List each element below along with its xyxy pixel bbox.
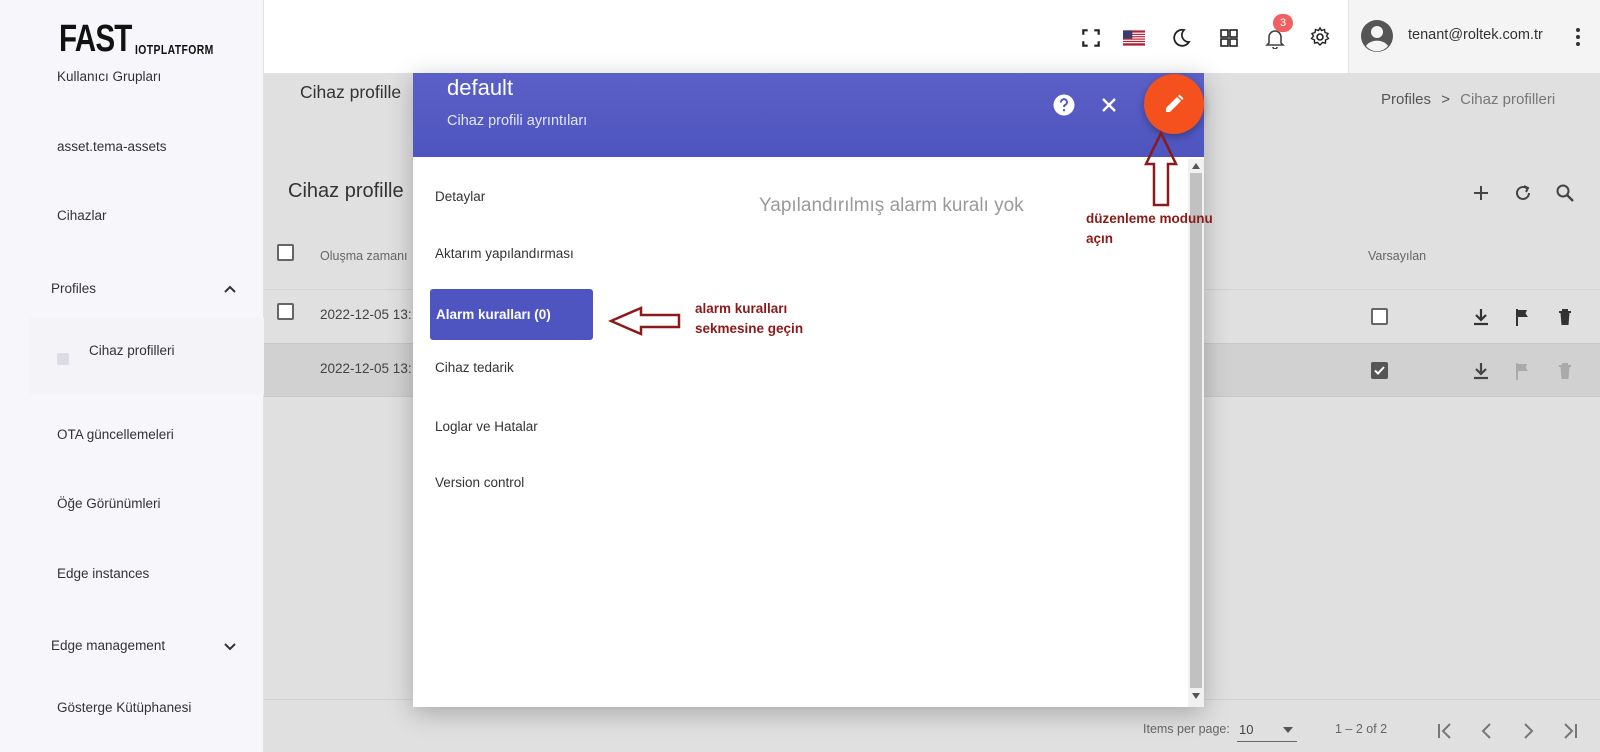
flag-icon[interactable] [1512, 306, 1534, 328]
flag-icon [1516, 363, 1528, 380]
sidebar-item-entity-views[interactable]: Öğe Görünümleri [57, 496, 161, 511]
gear-icon[interactable] [1309, 26, 1331, 48]
select-all-checkbox[interactable] [277, 244, 294, 261]
device-profile-dialog: default Cihaz profili ayrıntıları Detayl… [413, 73, 1204, 707]
sidebar-item-user-groups[interactable]: Kullanıcı Grupları [57, 69, 161, 84]
logo-main-text: FAST [59, 18, 132, 60]
dialog-header: default Cihaz profili ayrıntıları [413, 73, 1204, 157]
tab-transport-config[interactable]: Aktarım yapılandırması [435, 246, 574, 261]
chevron-up-icon[interactable] [222, 281, 238, 297]
scroll-down-icon[interactable] [1192, 693, 1200, 699]
first-page-icon[interactable] [1433, 719, 1457, 743]
edit-mode-button[interactable] [1144, 74, 1204, 134]
items-per-page-value: 10 [1239, 722, 1254, 737]
logo-sub-text: IOTPLATFORM [135, 42, 214, 57]
sidebar: FAST IOTPLATFORM Kullanıcı Grupları asse… [0, 0, 264, 752]
download-icon[interactable] [1470, 360, 1492, 382]
tab-logs-errors[interactable]: Loglar ve Hatalar [435, 419, 538, 434]
more-vert-icon[interactable] [1574, 26, 1582, 48]
last-page-icon[interactable] [1558, 719, 1582, 743]
dropdown-arrow-icon [1283, 727, 1293, 733]
table-title: Cihaz profille [288, 180, 404, 202]
alarm-tab-annotation: alarm kuralları sekmesine geçin [695, 299, 803, 339]
tab-device-provisioning[interactable]: Cihaz tedarik [435, 360, 514, 375]
next-page-icon[interactable] [1516, 719, 1540, 743]
edit-mode-annotation: düzenleme modunu açın [1086, 209, 1213, 249]
chevron-down-icon[interactable] [222, 639, 238, 655]
page-range: 1 – 2 of 2 [1335, 722, 1388, 736]
breadcrumb-current: Cihaz profilleri [1460, 91, 1556, 108]
alarm-tab-annotation-line2: sekmesine geçin [695, 321, 804, 336]
search-icon[interactable] [1554, 182, 1576, 204]
device-profile-icon [57, 353, 69, 365]
sidebar-item-widget-library[interactable]: Gösterge Kütüphanesi [57, 700, 191, 715]
breadcrumb-separator: > [1441, 91, 1450, 108]
sidebar-item-assets[interactable]: asset.tema-assets [57, 139, 167, 154]
row-created: 2022-12-05 13: [320, 361, 412, 376]
fullscreen-icon[interactable] [1080, 27, 1102, 49]
row-created: 2022-12-05 13: [320, 307, 412, 322]
checkmark-icon [1374, 366, 1385, 375]
tab-alarm-rules-label: Alarm kuralları (0) [436, 307, 551, 322]
edit-mode-annotation-line2: açın [1086, 231, 1114, 246]
user-email[interactable]: tenant@roltek.com.tr [1408, 27, 1543, 43]
moon-icon[interactable] [1170, 27, 1192, 49]
pencil-icon [1166, 94, 1184, 112]
us-flag-icon[interactable] [1123, 27, 1145, 49]
column-header-default[interactable]: Varsayılan [1368, 249, 1426, 263]
left-arrow-annotation-icon [608, 306, 681, 336]
default-checkbox [1371, 308, 1388, 325]
previous-page-icon[interactable] [1475, 719, 1499, 743]
apps-grid-icon[interactable] [1218, 27, 1240, 49]
add-icon[interactable] [1470, 182, 1492, 204]
tab-details[interactable]: Detaylar [435, 189, 485, 204]
dialog-title: default [447, 75, 514, 100]
scrollbar-thumb[interactable] [1190, 173, 1202, 688]
tab-alarm-rules[interactable]: Alarm kuralları (0) [430, 289, 593, 340]
empty-alarm-rules-message: Yapılandırılmış alarm kuralı yok [759, 195, 1024, 216]
alarm-tab-annotation-line1: alarm kuralları [695, 301, 788, 316]
dialog-subtitle: Cihaz profili ayrıntıları [447, 113, 588, 129]
account-icon[interactable] [1361, 20, 1393, 52]
sidebar-group-profiles[interactable]: Profiles [51, 281, 96, 296]
sidebar-item-edge-instances[interactable]: Edge instances [57, 566, 149, 581]
row-checkbox[interactable] [277, 303, 294, 320]
default-checkbox-checked [1371, 362, 1388, 379]
download-icon[interactable] [1470, 306, 1492, 328]
breadcrumb: Profiles > Cihaz profilleri [1381, 91, 1555, 108]
column-header-created[interactable]: Oluşma zamanı [320, 249, 408, 263]
sidebar-group-edge-management[interactable]: Edge management [51, 638, 165, 653]
notification-count-badge: 3 [1273, 14, 1293, 32]
delete-icon[interactable] [1554, 306, 1576, 328]
tab-version-control[interactable]: Version control [435, 475, 524, 490]
page-title: Cihaz profille [300, 82, 402, 102]
edit-mode-annotation-line1: düzenleme modunu [1086, 211, 1213, 226]
sidebar-item-ota-updates[interactable]: OTA güncellemeleri [57, 427, 174, 442]
items-per-page-label: Items per page: [1143, 722, 1230, 736]
scroll-up-icon[interactable] [1192, 163, 1200, 169]
breadcrumb-profiles[interactable]: Profiles [1381, 91, 1431, 108]
refresh-icon[interactable] [1512, 182, 1534, 204]
brand-logo[interactable]: FAST IOTPLATFORM [59, 18, 233, 58]
sidebar-item-devices[interactable]: Cihazlar [57, 208, 107, 223]
close-icon[interactable] [1098, 94, 1120, 116]
items-per-page-select[interactable]: 10 [1237, 720, 1297, 742]
help-icon[interactable] [1053, 94, 1075, 116]
up-arrow-annotation-icon [1144, 130, 1178, 207]
sidebar-item-device-profiles[interactable]: Cihaz profilleri [89, 343, 175, 358]
delete-icon [1559, 363, 1571, 379]
